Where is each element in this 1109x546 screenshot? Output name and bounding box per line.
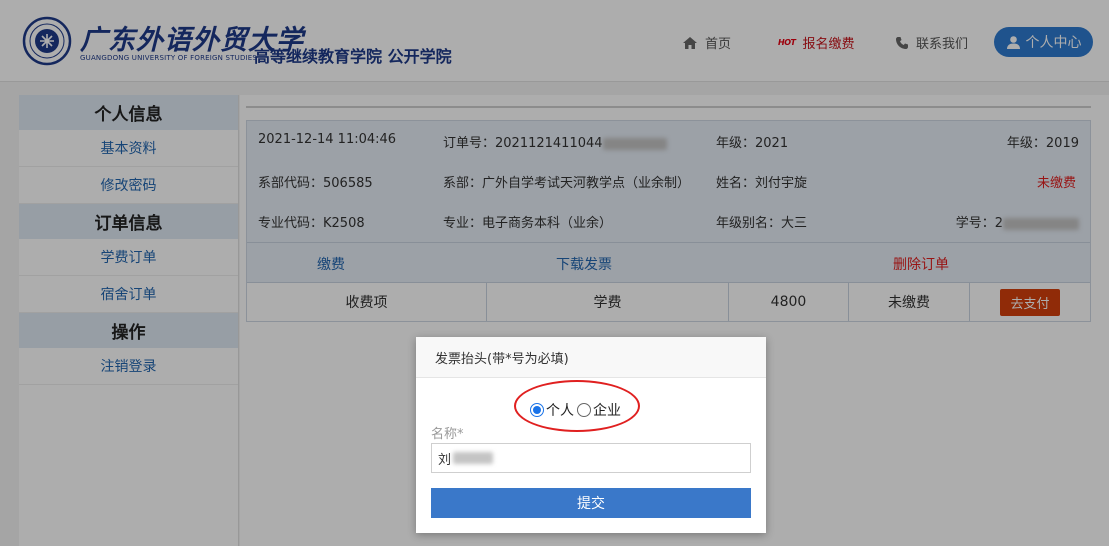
invoice-type-group: 个人 企业 [530, 400, 621, 420]
radio-personal-label[interactable]: 个人 [546, 400, 574, 420]
modal-title: 发票抬头(带*号为必填) [416, 337, 766, 378]
submit-button[interactable]: 提交 [431, 488, 751, 518]
name-field-label: 名称* [431, 427, 464, 442]
redacted-name [453, 452, 494, 464]
name-input[interactable]: 刘 [431, 443, 751, 473]
radio-company[interactable] [577, 403, 591, 417]
radio-company-label[interactable]: 企业 [593, 400, 621, 420]
radio-personal[interactable] [530, 403, 544, 417]
name-input-value: 刘 [438, 452, 452, 468]
invoice-modal: 发票抬头(带*号为必填) 个人 企业 名称* 刘 提交 [416, 337, 766, 533]
